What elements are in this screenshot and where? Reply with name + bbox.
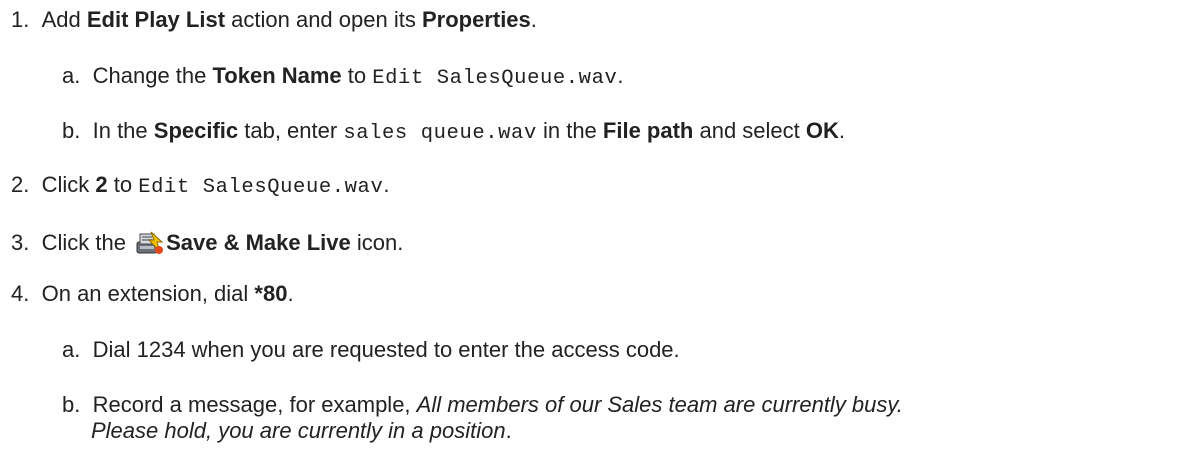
file-path-label: File path xyxy=(602,118,694,143)
code-file-name: sales queue.wav xyxy=(343,122,537,145)
example-message-line-1: All members of our Sales team are curren… xyxy=(416,392,903,417)
step-4b: b. Record a message, for example, All me… xyxy=(62,392,903,418)
exit-number: 2 xyxy=(95,172,108,197)
step-text: Click the Save & Make Live icon. xyxy=(41,228,404,256)
action-name: Edit Play List xyxy=(86,7,226,32)
substep-letter: a. xyxy=(62,337,81,362)
example-message-line-2: Please hold, you are currently in a posi… xyxy=(91,418,506,443)
substep-text: Dial 1234 when you are requested to ente… xyxy=(92,337,680,362)
step-text: Click 2 to Edit SalesQueue.wav. xyxy=(41,172,390,199)
specific-tab-label: Specific xyxy=(153,118,239,143)
substep-letter: a. xyxy=(62,63,81,88)
code-target-name: Edit SalesQueue.wav xyxy=(138,176,384,199)
step-number: 1. xyxy=(11,7,30,32)
step-4: 4. On an extension, dial *80. xyxy=(11,281,294,307)
step-text: On an extension, dial *80. xyxy=(41,281,294,306)
substep-text: Record a message, for example, All membe… xyxy=(92,392,903,417)
properties-label: Properties xyxy=(421,7,531,32)
step-4a: a. Dial 1234 when you are requested to e… xyxy=(62,337,680,363)
dial-code: *80 xyxy=(254,281,288,306)
ok-label: OK xyxy=(805,118,839,143)
substep-text: Change the Token Name to Edit SalesQueue… xyxy=(92,63,624,90)
step-3: 3. Click the Save & Make Live icon. xyxy=(11,228,403,256)
code-token-name: Edit SalesQueue.wav xyxy=(372,67,618,90)
substep-letter: b. xyxy=(62,118,81,143)
step-4b-continuation: Please hold, you are currently in a posi… xyxy=(91,418,512,443)
step-2: 2. Click 2 to Edit SalesQueue.wav. xyxy=(11,172,389,201)
substep-text: In the Specific tab, enter sales queue.w… xyxy=(92,118,845,145)
step-number: 3. xyxy=(11,230,30,255)
step-1: 1. Add Edit Play List action and open it… xyxy=(11,7,537,33)
step-1b: b. In the Specific tab, enter sales queu… xyxy=(62,118,845,147)
step-number: 2. xyxy=(11,172,30,197)
step-1a: a. Change the Token Name to Edit SalesQu… xyxy=(62,63,624,92)
step-text: Add Edit Play List action and open its P… xyxy=(41,7,537,32)
token-name-label: Token Name xyxy=(212,63,342,88)
save-make-live-icon xyxy=(135,228,165,256)
substep-letter: b. xyxy=(62,392,81,417)
step-number: 4. xyxy=(11,281,30,306)
save-make-live-label: Save & Make Live xyxy=(166,230,351,255)
